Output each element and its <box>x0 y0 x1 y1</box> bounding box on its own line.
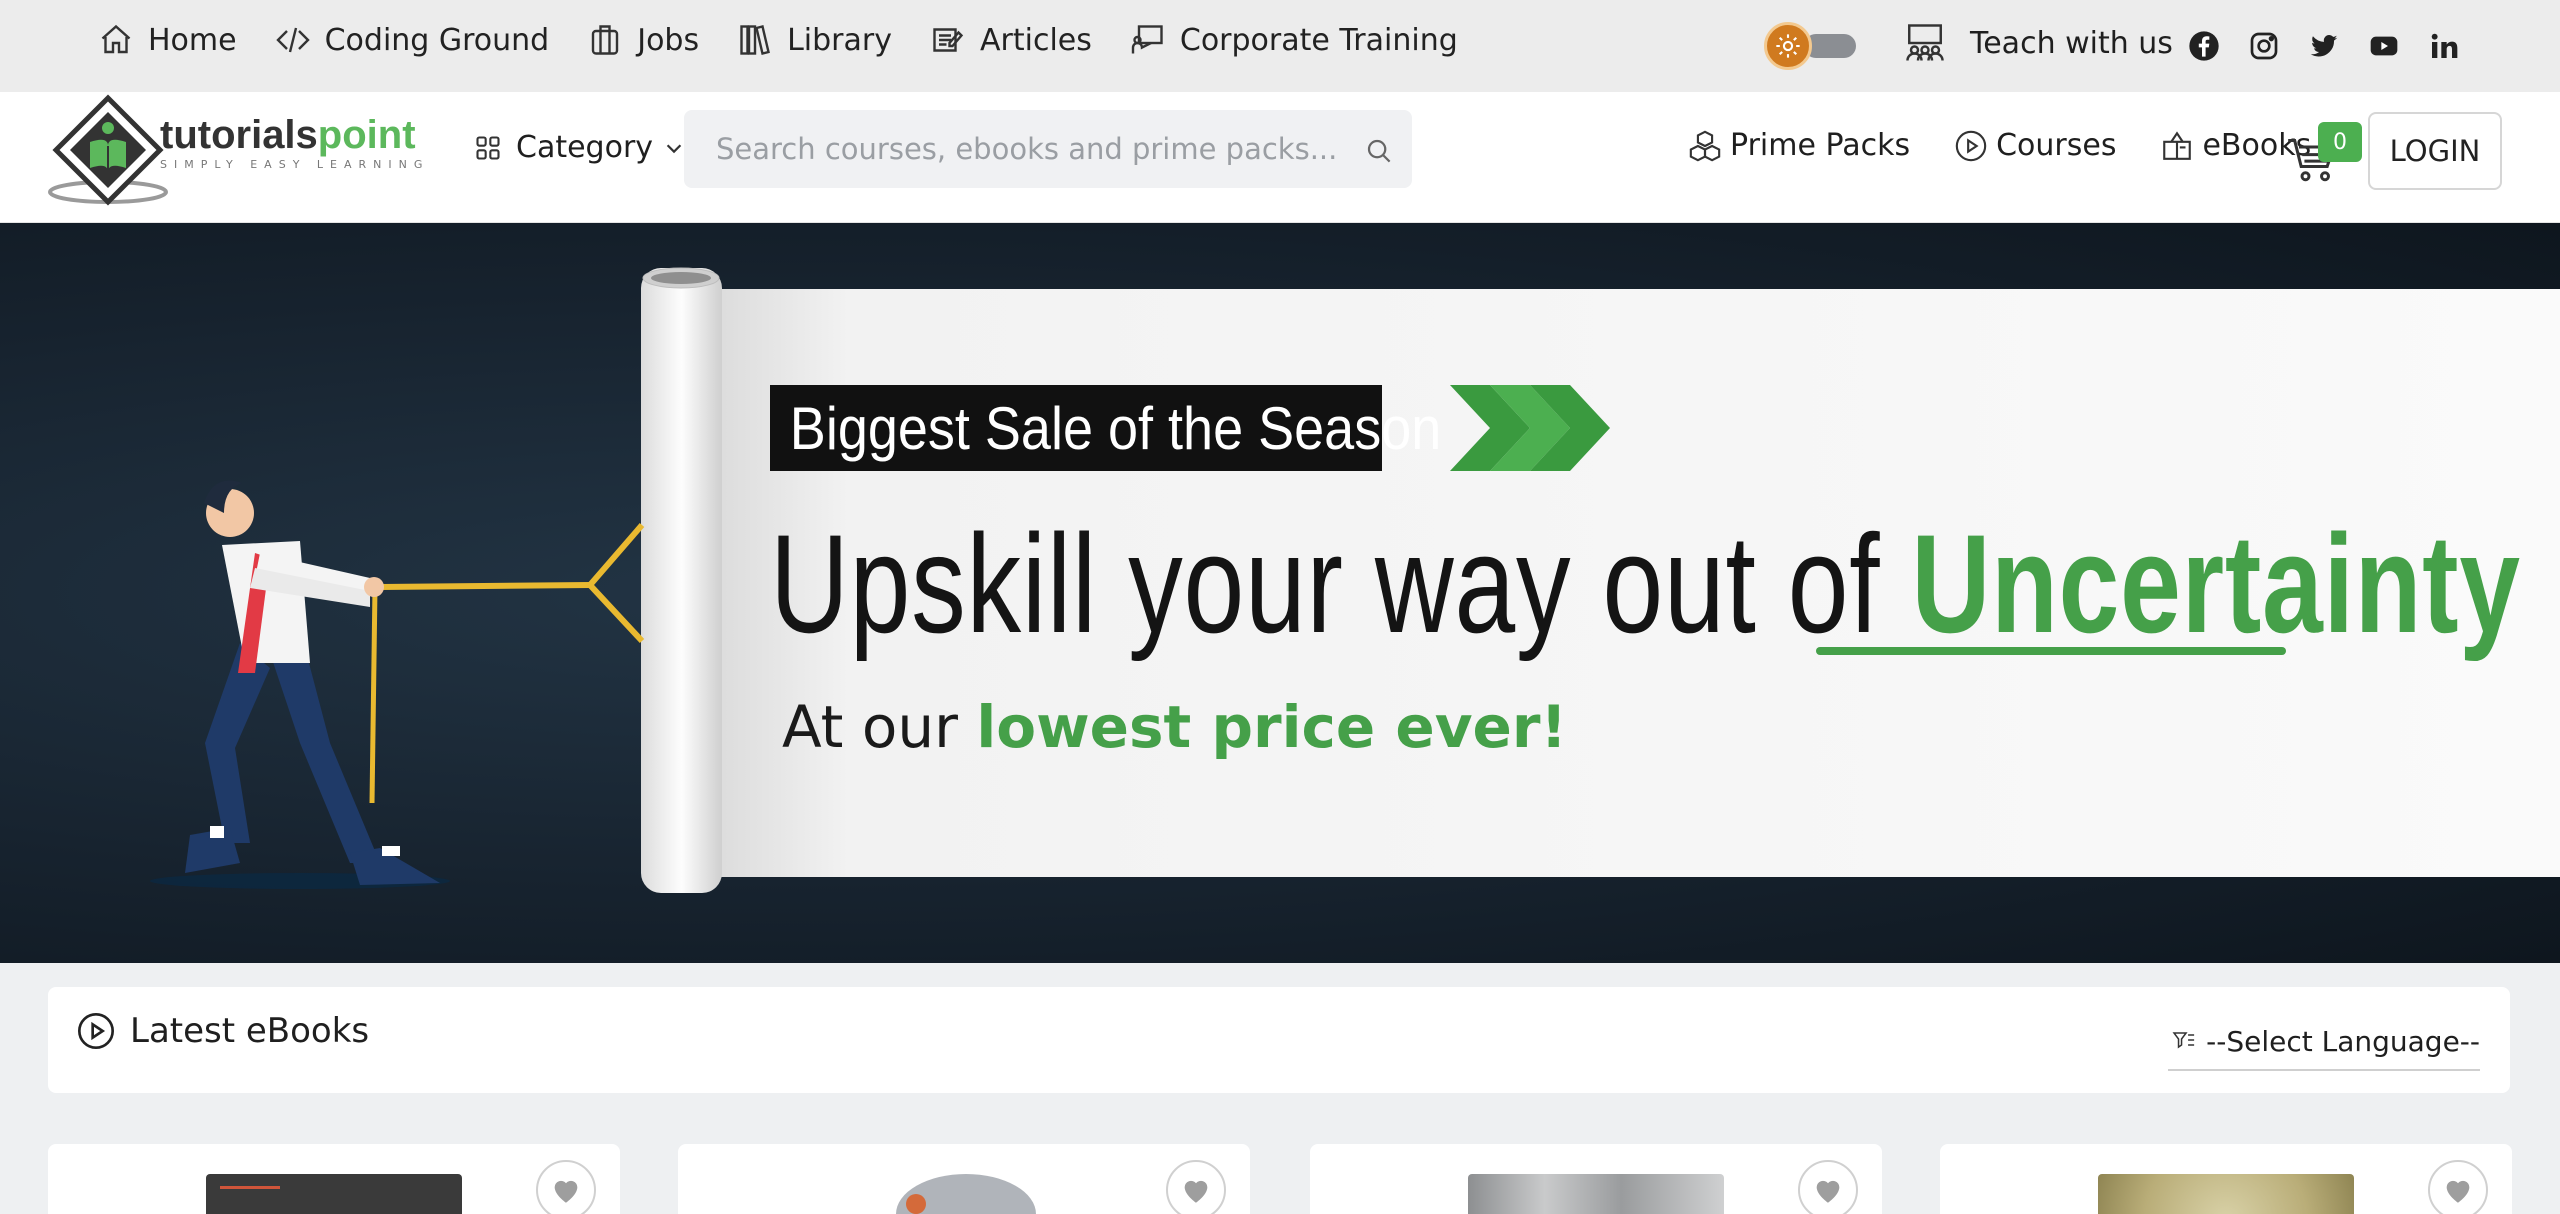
category-dropdown[interactable]: Category <box>474 130 685 165</box>
home-icon <box>101 24 131 54</box>
topnav-library-label: Library <box>787 22 892 58</box>
ebook-card[interactable] <box>48 1144 620 1214</box>
wishlist-button[interactable] <box>536 1160 596 1214</box>
topnav-corporate-training-label: Corporate Training <box>1179 22 1458 58</box>
banner-subline-highlight: lowest price ever! <box>976 693 1567 761</box>
search-box <box>684 110 1412 188</box>
header-nav: Prime Packs Courses eBooks <box>1688 128 2355 163</box>
latest-ebooks-header: Latest eBooks --Select Language-- <box>48 987 2510 1093</box>
teaching-icon <box>1906 24 1944 61</box>
language-select-value: --Select Language-- <box>2206 1024 2480 1058</box>
topnav-home[interactable]: Home <box>98 22 237 58</box>
banner-subline-prefix: At our <box>782 693 977 761</box>
wishlist-button[interactable] <box>1798 1160 1858 1214</box>
code-icon <box>275 27 310 53</box>
presentation-icon <box>1131 25 1163 54</box>
topnav-corporate-training[interactable]: Corporate Training <box>1130 22 1458 58</box>
heart-icon <box>1816 1180 1840 1203</box>
tutorialspoint-logo[interactable]: tutorialspoint SIMPLY EASY LEARNING <box>48 92 448 208</box>
grid-icon <box>476 135 500 160</box>
facebook-icon[interactable] <box>2182 24 2226 68</box>
nav-prime-packs-label: Prime Packs <box>1730 128 1911 163</box>
briefcase-icon <box>592 25 619 55</box>
teach-with-us-link[interactable]: Teach with us <box>1904 22 2173 64</box>
category-label: Category <box>516 130 654 165</box>
top-bar: Home Coding Ground Jobs Library Articles… <box>0 0 2560 92</box>
latest-ebooks-title-text: Latest eBooks <box>130 1011 370 1051</box>
theme-toggle[interactable] <box>1764 22 1858 70</box>
heart-icon <box>554 1180 578 1203</box>
banner-sale-tag: Biggest Sale of the Season <box>770 385 1441 471</box>
logo-tagline: SIMPLY EASY LEARNING <box>160 158 430 171</box>
cubes-icon <box>1689 130 1721 161</box>
twitter-icon[interactable] <box>2302 24 2346 68</box>
ebook-card[interactable] <box>1310 1144 1882 1214</box>
instagram-icon[interactable] <box>2242 24 2286 68</box>
gear-icon <box>1776 34 1800 58</box>
topnav-library[interactable]: Library <box>737 22 892 58</box>
topnav-coding-ground-label: Coding Ground <box>324 22 550 58</box>
language-select[interactable]: --Select Language-- <box>2168 1013 2480 1071</box>
chevron-down-icon <box>666 143 682 153</box>
nav-courses-label: Courses <box>1996 128 2117 163</box>
main-header: tutorialspoint SIMPLY EASY LEARNING Cate… <box>0 92 2560 223</box>
cart-button[interactable]: 0 <box>2284 122 2362 186</box>
wishlist-button[interactable] <box>2428 1160 2488 1214</box>
article-icon <box>933 28 964 52</box>
top-nav: Home Coding Ground Jobs Library Articles… <box>98 22 1496 58</box>
headline-underline <box>1816 647 2286 655</box>
play-circle-icon <box>1955 130 1987 161</box>
ebook-cover <box>836 1174 1092 1214</box>
play-circle-icon <box>78 1013 114 1049</box>
theme-toggle-knob <box>1764 22 1812 70</box>
login-button[interactable]: LOGIN <box>2368 112 2502 190</box>
heart-icon <box>1184 1180 1208 1203</box>
banner-subline: At our lowest price ever! <box>782 693 1567 761</box>
linkedin-icon[interactable] <box>2422 24 2466 68</box>
banner-headline: Upskill your way out of Uncertainty <box>770 503 2521 665</box>
topnav-articles[interactable]: Articles <box>930 22 1092 58</box>
ebook-card[interactable] <box>1940 1144 2512 1214</box>
latest-ebooks-title: Latest eBooks <box>76 1011 369 1051</box>
topnav-coding-ground[interactable]: Coding Ground <box>275 22 550 58</box>
social-links <box>2182 24 2482 68</box>
ebook-card[interactable] <box>678 1144 1250 1214</box>
books-icon <box>740 25 771 55</box>
ebook-cover <box>2098 1174 2354 1214</box>
wishlist-button[interactable] <box>1166 1160 1226 1214</box>
ebook-cover <box>1468 1174 1724 1214</box>
banner-headline-prefix: Upskill your way out of <box>770 505 1912 662</box>
search-icon[interactable] <box>1364 136 1394 166</box>
nav-prime-packs[interactable]: Prime Packs <box>1688 128 1910 163</box>
topnav-jobs[interactable]: Jobs <box>587 22 699 58</box>
open-book-icon <box>2163 130 2192 160</box>
teach-with-us-label: Teach with us <box>1970 25 2173 61</box>
svg-text:tutorialspoint: tutorialspoint <box>160 113 416 157</box>
topnav-jobs-label: Jobs <box>637 22 700 58</box>
banner-headline-highlight: Uncertainty <box>1911 505 2521 662</box>
topnav-home-label: Home <box>148 22 237 58</box>
promo-banner[interactable]: Biggest Sale of the Season Upskill your … <box>0 223 2560 963</box>
youtube-icon[interactable] <box>2362 24 2406 68</box>
cart-count-badge: 0 <box>2318 122 2362 162</box>
nav-courses[interactable]: Courses <box>1954 128 2116 163</box>
topnav-articles-label: Articles <box>980 22 1092 58</box>
search-input[interactable] <box>716 129 1336 169</box>
ebook-cover <box>206 1174 462 1214</box>
heart-icon <box>2446 1180 2470 1203</box>
filter-icon <box>2172 1032 2195 1049</box>
